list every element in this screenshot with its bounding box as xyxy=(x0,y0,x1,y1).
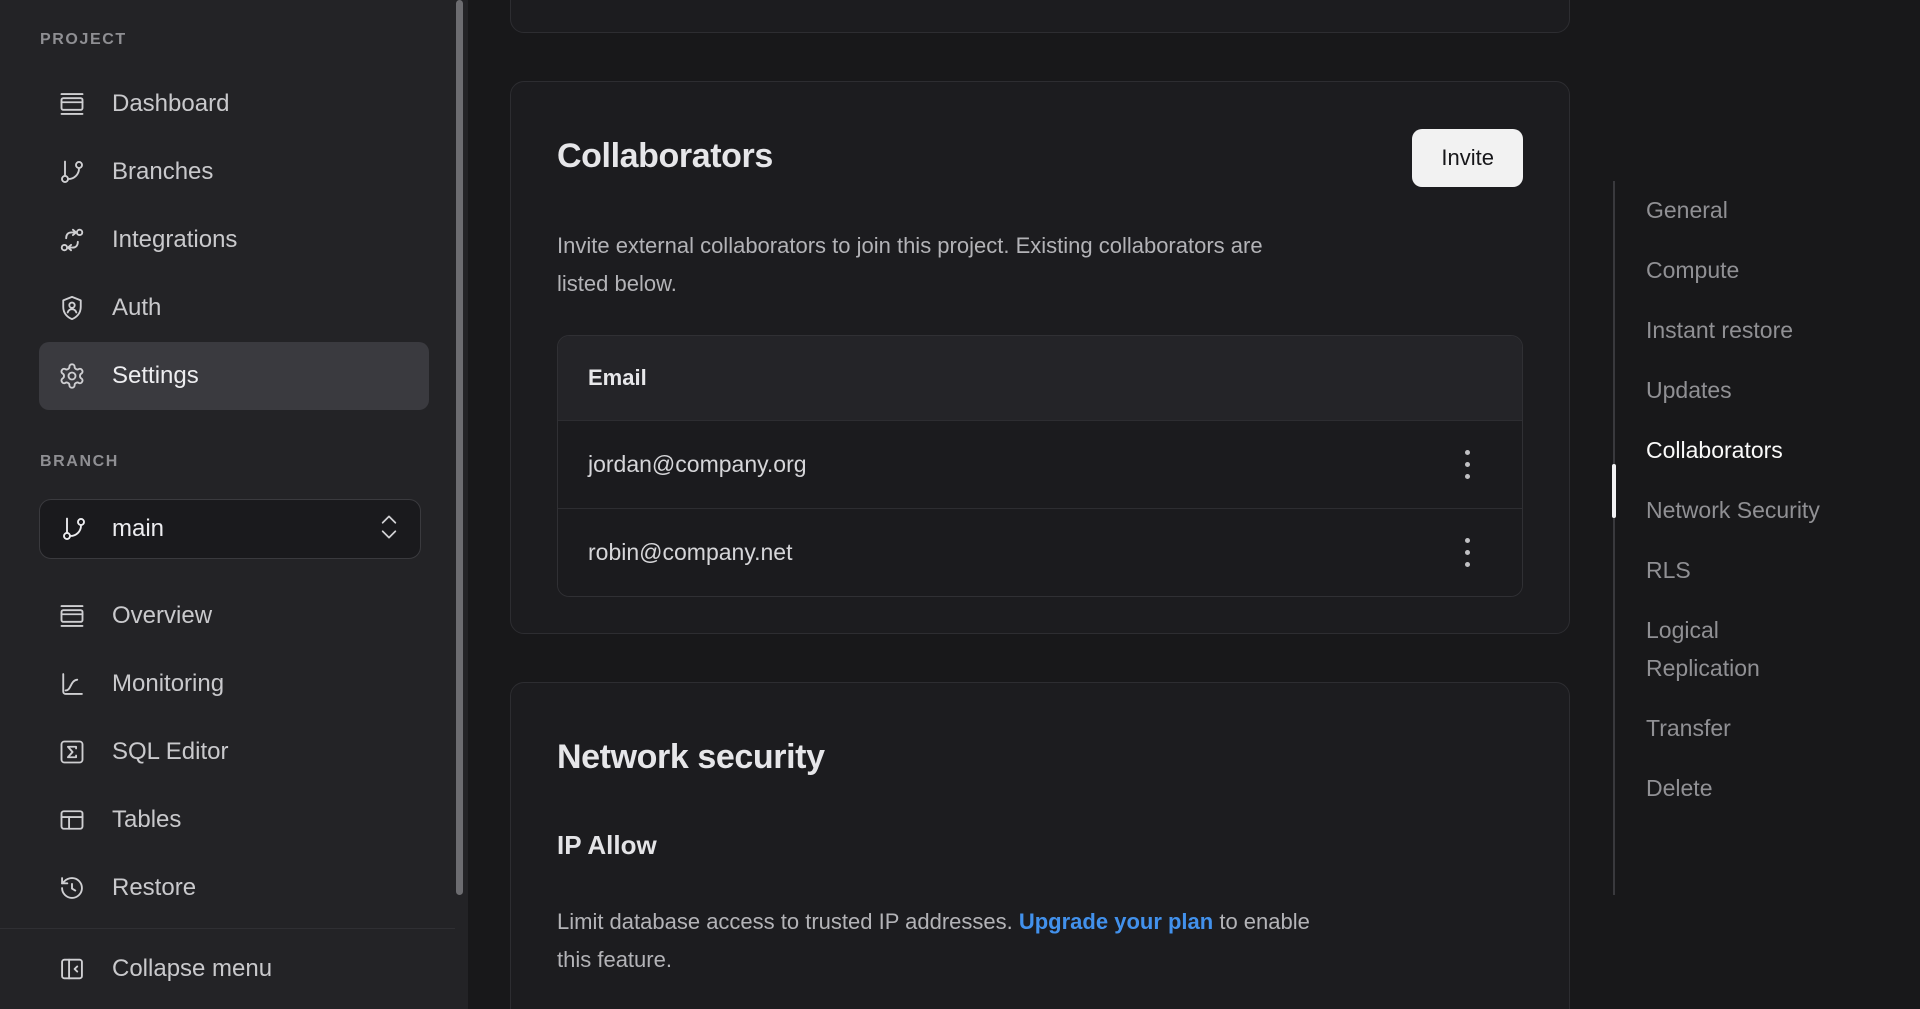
row-menu-button[interactable] xyxy=(1459,444,1476,485)
nav-item-delete[interactable]: Delete xyxy=(1646,769,1831,807)
branch-selector[interactable]: main xyxy=(39,499,421,559)
collapse-nav: Collapse menu xyxy=(39,935,429,1003)
sidebar-item-sql-editor[interactable]: SQL Editor xyxy=(39,718,429,786)
overview-icon xyxy=(58,602,86,630)
sidebar-item-restore[interactable]: Restore xyxy=(39,854,429,922)
previous-card-partial xyxy=(510,0,1570,33)
nav-item-updates[interactable]: Updates xyxy=(1646,371,1831,409)
sidebar-divider xyxy=(0,928,455,929)
nav-item-general[interactable]: General xyxy=(1646,191,1831,229)
ip-allow-text: Limit database access to trusted IP addr… xyxy=(557,903,1523,979)
integrations-icon xyxy=(58,226,86,254)
auth-shield-icon xyxy=(58,294,86,322)
upgrade-plan-link[interactable]: Upgrade your plan xyxy=(1019,909,1213,934)
nav-item-transfer[interactable]: Transfer xyxy=(1646,709,1831,747)
sidebar-item-tables[interactable]: Tables xyxy=(39,786,429,854)
collaborators-card: Collaborators Invite Invite external col… xyxy=(510,81,1570,634)
kebab-dot xyxy=(1465,550,1470,555)
kebab-dot xyxy=(1465,538,1470,543)
sidebar-item-label: Tables xyxy=(112,806,181,834)
nav-rule xyxy=(1613,181,1615,895)
sidebar-item-monitoring[interactable]: Monitoring xyxy=(39,650,429,718)
nav-item-rls[interactable]: RLS xyxy=(1646,551,1831,589)
gear-icon xyxy=(58,362,86,390)
sidebar-item-dashboard[interactable]: Dashboard xyxy=(39,70,429,138)
panel-collapse-icon xyxy=(58,955,86,983)
table-header-email: Email xyxy=(558,336,1522,420)
sidebar-item-overview[interactable]: Overview xyxy=(39,582,429,650)
git-branch-icon xyxy=(60,515,88,543)
project-nav: Dashboard Branches Integrations Auth Set… xyxy=(39,70,429,410)
ip-allow-text-before: Limit database access to trusted IP addr… xyxy=(557,909,1013,934)
restore-icon xyxy=(58,874,86,902)
sidebar-scrollbar-thumb[interactable] xyxy=(456,0,463,895)
ip-allow-heading: IP Allow xyxy=(557,827,1523,863)
sidebar-item-label: SQL Editor xyxy=(112,738,229,766)
tables-icon xyxy=(58,806,86,834)
kebab-dot xyxy=(1465,450,1470,455)
table-row: jordan@company.org xyxy=(558,420,1522,508)
branch-selector-value: main xyxy=(112,515,354,543)
collaborators-description: Invite external collaborators to join th… xyxy=(557,227,1523,303)
settings-page-nav: General Compute Instant restore Updates … xyxy=(1613,181,1831,829)
sidebar-item-auth[interactable]: Auth xyxy=(39,274,429,342)
sidebar-item-label: Overview xyxy=(112,602,212,630)
kebab-dot xyxy=(1465,562,1470,567)
sidebar-item-label: Restore xyxy=(112,874,196,902)
collaborators-description-line1: Invite external collaborators to join th… xyxy=(557,233,1263,258)
monitoring-icon xyxy=(58,670,86,698)
chevron-up-down-icon xyxy=(378,510,400,549)
sidebar-item-label: Integrations xyxy=(112,226,237,254)
sidebar: PROJECT Dashboard Branches Integrations … xyxy=(0,0,468,1009)
project-section-label: PROJECT xyxy=(40,28,468,52)
sidebar-item-label: Auth xyxy=(112,294,161,322)
sidebar-item-branches[interactable]: Branches xyxy=(39,138,429,206)
collaborator-email: robin@company.net xyxy=(588,539,792,566)
kebab-dot xyxy=(1465,462,1470,467)
ip-allow-text-after: to enable xyxy=(1219,909,1310,934)
nav-item-compute[interactable]: Compute xyxy=(1646,251,1831,289)
nav-item-instant-restore[interactable]: Instant restore xyxy=(1646,311,1831,349)
collaborators-description-line2: listed below. xyxy=(557,271,677,296)
collaborators-table: Email jordan@company.org robin@company.n… xyxy=(557,335,1523,597)
kebab-dot xyxy=(1465,474,1470,479)
table-row: robin@company.net xyxy=(558,508,1522,596)
nav-active-indicator xyxy=(1612,464,1616,518)
sidebar-item-label: Collapse menu xyxy=(112,955,272,983)
collaborator-email: jordan@company.org xyxy=(588,451,807,478)
sidebar-item-settings[interactable]: Settings xyxy=(39,342,429,410)
sidebar-item-integrations[interactable]: Integrations xyxy=(39,206,429,274)
branch-nav: Overview Monitoring SQL Editor Tables Re… xyxy=(39,582,429,922)
sidebar-item-label: Branches xyxy=(112,158,213,186)
branch-section-label: BRANCH xyxy=(40,450,468,474)
network-security-title: Network security xyxy=(557,735,1523,779)
nav-item-network-security[interactable]: Network Security xyxy=(1646,491,1831,529)
row-menu-button[interactable] xyxy=(1459,532,1476,573)
sidebar-item-label: Dashboard xyxy=(112,90,229,118)
nav-item-logical-replication[interactable]: Logical Replication xyxy=(1646,611,1831,687)
git-branch-icon xyxy=(58,158,86,186)
collaborators-card-header: Collaborators Invite xyxy=(557,134,1523,187)
dashboard-icon xyxy=(58,90,86,118)
ip-allow-text-line2: this feature. xyxy=(557,947,672,972)
sidebar-item-label: Settings xyxy=(112,362,199,390)
network-security-card: Network security IP Allow Limit database… xyxy=(510,682,1570,1009)
sql-editor-icon xyxy=(58,738,86,766)
collaborators-title: Collaborators xyxy=(557,134,773,178)
invite-button[interactable]: Invite xyxy=(1412,129,1523,187)
nav-item-collaborators[interactable]: Collaborators xyxy=(1646,431,1831,469)
collapse-menu-button[interactable]: Collapse menu xyxy=(39,935,429,1003)
sidebar-item-label: Monitoring xyxy=(112,670,224,698)
